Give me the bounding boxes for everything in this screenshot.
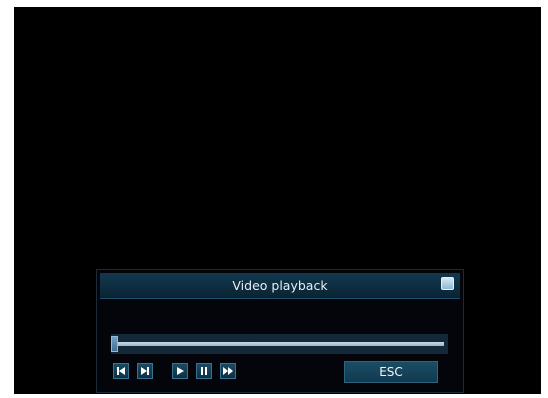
esc-button[interactable]: ESC [344,361,438,383]
play-button[interactable] [172,363,188,379]
skip-previous-button[interactable] [113,363,129,379]
playback-progress-bar[interactable] [111,334,448,354]
fast-forward-button[interactable] [220,363,236,379]
pause-button[interactable] [196,363,212,379]
dialog-titlebar: Video playback [100,273,460,299]
progress-track-line [115,342,444,346]
pause-icon [201,367,207,375]
window-toggle-button[interactable] [441,277,454,290]
skip-previous-icon [117,367,125,375]
dialog-title: Video playback [232,278,328,293]
progress-slider-thumb[interactable] [111,336,118,352]
play-icon [177,367,184,375]
skip-next-button[interactable] [137,363,153,379]
fast-forward-icon [223,367,233,375]
video-playback-dialog: Video playback ESC [96,269,464,393]
skip-next-icon [141,367,149,375]
